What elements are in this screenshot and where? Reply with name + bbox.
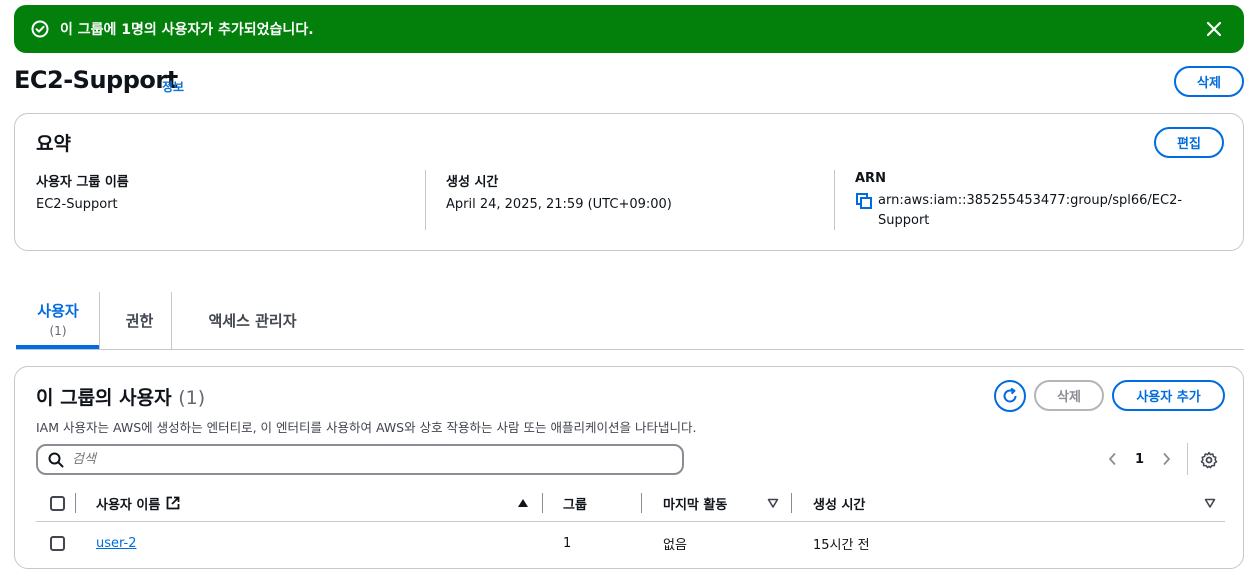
table-header: 사용자 이름 그룹 마지막 활동 생성 시간 <box>36 485 1225 522</box>
flash-message: 이 그룹에 1명의 사용자가 추가되었습니다. <box>60 22 314 38</box>
table-row: user-2 1 없음 15시간 전 <box>36 522 1225 564</box>
page-title: EC2-Support <box>14 66 178 94</box>
column-divider <box>75 493 76 513</box>
close-icon[interactable] <box>1200 15 1228 43</box>
previous-page-icon[interactable] <box>1103 449 1123 469</box>
current-page[interactable]: 1 <box>1135 452 1144 467</box>
search-field[interactable] <box>36 444 684 475</box>
search-icon <box>48 452 64 467</box>
column-divider <box>641 493 642 513</box>
user-name-link[interactable]: user-2 <box>96 536 137 551</box>
last-activity-cell: 없음 <box>663 537 687 553</box>
users-description: IAM 사용자는 AWS에 생성하는 엔터티로, 이 엔터티를 사용하여 AWS… <box>36 420 697 435</box>
group-name-value: EC2-Support <box>36 197 118 212</box>
groups-cell: 1 <box>563 535 572 551</box>
search-input[interactable] <box>72 452 632 467</box>
created-field: 생성 시간 April 24, 2025, 21:59 (UTC+09:00) <box>446 171 672 215</box>
tab-permissions[interactable]: 권한 <box>107 292 172 349</box>
created-label: 생성 시간 <box>446 175 499 190</box>
users-title-text: 이 그룹의 사용자 <box>36 387 172 409</box>
delete-group-button[interactable]: 삭제 <box>1174 66 1244 97</box>
pagination: 1 <box>1103 449 1176 469</box>
arn-label: ARN <box>855 171 886 186</box>
delete-users-button[interactable]: 삭제 <box>1034 380 1104 411</box>
column-user-name[interactable]: 사용자 이름 <box>96 485 180 521</box>
group-name-field: 사용자 그룹 이름 EC2-Support <box>36 171 129 215</box>
arn-value: arn:aws:iam::385255453477:group/spl66/EC… <box>878 193 1183 228</box>
sort-descending-icon[interactable] <box>767 485 779 521</box>
group-users-card: 이 그룹의 사용자 (1) IAM 사용자는 AWS에 생성하는 엔터티로, 이… <box>14 366 1244 569</box>
gear-icon[interactable] <box>1199 450 1219 470</box>
select-all-checkbox[interactable] <box>50 495 65 511</box>
column-last-activity[interactable]: 마지막 활동 <box>663 485 727 521</box>
add-user-button[interactable]: 사용자 추가 <box>1112 380 1225 411</box>
row-select-cell <box>50 522 65 564</box>
created-cell: 15시간 전 <box>813 537 870 553</box>
tab-permissions-label: 권한 <box>125 312 154 330</box>
success-flash-banner: 이 그룹에 1명의 사용자가 추가되었습니다. <box>14 5 1244 53</box>
column-divider <box>542 493 543 513</box>
tab-divider <box>171 292 172 349</box>
info-link[interactable]: 정보 <box>162 78 184 95</box>
users-count: (1) <box>178 387 206 409</box>
column-groups[interactable]: 그룹 <box>563 485 587 521</box>
users-table: 사용자 이름 그룹 마지막 활동 생성 시간 user-2 1 없음 15시간 … <box>36 485 1225 564</box>
created-value: April 24, 2025, 21:59 (UTC+09:00) <box>446 197 672 212</box>
tab-access-advisor[interactable]: 액세스 관리자 <box>180 292 325 349</box>
tab-users-count: (1) <box>49 323 67 338</box>
next-page-icon[interactable] <box>1156 449 1176 469</box>
row-checkbox[interactable] <box>50 535 65 551</box>
users-title: 이 그룹의 사용자 (1) <box>36 383 205 410</box>
tab-users[interactable]: 사용자 (1) <box>16 292 100 349</box>
sort-ascending-icon[interactable] <box>517 485 529 521</box>
column-created[interactable]: 생성 시간 <box>813 485 865 521</box>
tab-users-label: 사용자 <box>37 301 79 320</box>
sort-descending-icon[interactable] <box>1204 485 1216 521</box>
refresh-button[interactable] <box>994 380 1026 412</box>
column-user-name-label: 사용자 이름 <box>96 497 161 513</box>
refresh-icon <box>1003 387 1017 403</box>
group-name-label: 사용자 그룹 이름 <box>36 175 129 190</box>
tab-bar: 사용자 (1) 권한 액세스 관리자 <box>16 292 1244 350</box>
divider <box>834 170 835 230</box>
user-name-cell: user-2 <box>96 522 137 564</box>
copy-icon[interactable] <box>855 192 873 210</box>
tab-divider <box>99 292 100 349</box>
summary-card: 요약 편집 사용자 그룹 이름 EC2-Support 생성 시간 April … <box>14 113 1244 251</box>
arn-field: ARN arn:aws:iam::385255453477:group/spl6… <box>855 171 1183 231</box>
column-divider <box>791 493 792 513</box>
check-circle-icon <box>30 19 50 39</box>
tab-access-advisor-label: 액세스 관리자 <box>208 312 297 330</box>
divider <box>1187 443 1188 475</box>
select-all-cell <box>50 485 65 521</box>
edit-button[interactable]: 편집 <box>1154 127 1224 158</box>
summary-title: 요약 <box>36 133 71 155</box>
external-link-icon <box>166 496 180 510</box>
divider <box>425 170 426 230</box>
